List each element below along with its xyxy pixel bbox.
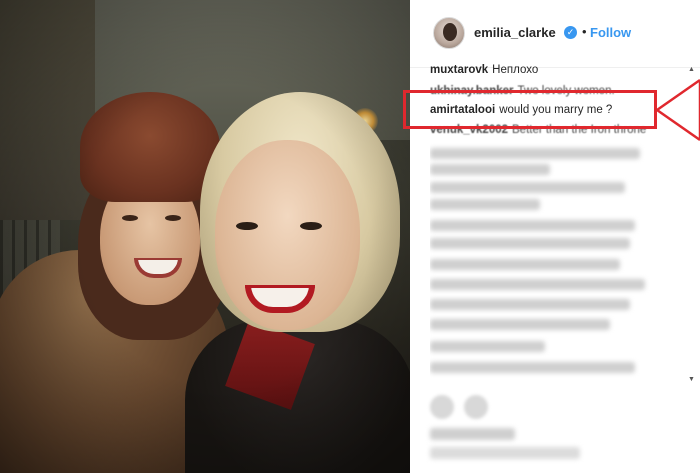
add-comment-field-blurred[interactable] bbox=[430, 447, 580, 459]
comment-icon[interactable] bbox=[464, 395, 488, 419]
like-icon[interactable] bbox=[430, 395, 454, 419]
blurred-comment bbox=[430, 319, 610, 330]
blurred-comment bbox=[430, 220, 635, 231]
blurred-comment bbox=[430, 148, 640, 159]
comment-username[interactable]: muxtarovk bbox=[430, 64, 488, 76]
likes-count-blurred bbox=[430, 428, 515, 440]
post-actions bbox=[430, 395, 680, 425]
blurred-comment bbox=[430, 299, 630, 310]
blurred-comment bbox=[430, 341, 545, 352]
post-side-panel: emilia_clarke ✓ • Follow muxtarovk Неплох… bbox=[410, 0, 700, 473]
comment-text: Неплохо bbox=[492, 64, 539, 76]
blurred-comment bbox=[430, 238, 630, 249]
blurred-comment bbox=[430, 164, 550, 175]
blurred-comment bbox=[430, 199, 540, 210]
blurred-comment bbox=[430, 362, 635, 373]
blurred-comment bbox=[430, 259, 620, 270]
highlight-box bbox=[403, 90, 657, 129]
scroll-down-arrow-icon[interactable]: ▼ bbox=[688, 376, 695, 383]
verified-badge-icon: ✓ bbox=[564, 26, 577, 39]
profile-username[interactable]: emilia_clarke bbox=[474, 25, 556, 40]
comment-item: muxtarovk Неплохо bbox=[430, 64, 538, 76]
photo-vignette bbox=[0, 0, 410, 473]
post-photo bbox=[0, 0, 410, 473]
blurred-comment bbox=[430, 182, 625, 193]
post-header: emilia_clarke ✓ • Follow bbox=[410, 0, 700, 68]
scroll-up-arrow-icon[interactable]: ▲ bbox=[688, 66, 695, 73]
separator-dot: • bbox=[582, 24, 587, 39]
blurred-comment bbox=[430, 279, 645, 290]
follow-button[interactable]: Follow bbox=[590, 25, 631, 40]
avatar[interactable] bbox=[433, 17, 465, 49]
comment-scrollbar[interactable]: ▲ ▼ bbox=[688, 66, 696, 388]
